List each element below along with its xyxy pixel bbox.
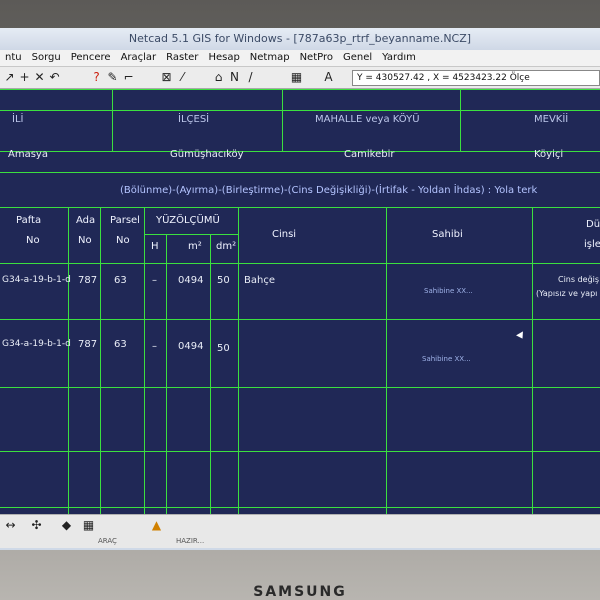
window-title-bar: Netcad 5.1 GIS for Windows - [787a63p_rt…: [0, 28, 600, 50]
select-box-icon[interactable]: ⊠: [160, 71, 173, 84]
menu-bar: ntu Sorgu Pencere Araçlar Raster Hesap Netmap N…: [0, 50, 600, 67]
header-h: H: [151, 241, 159, 252]
header-pafta-no: No: [26, 235, 40, 246]
row2-m2: 0494: [178, 341, 204, 352]
header-dm2: dm²: [216, 241, 237, 252]
row1-note2: (Yapısız ve yapı: [536, 289, 598, 298]
menu-item-araclar[interactable]: Araçlar: [116, 50, 162, 63]
row2-sahibi: Sahibine XX...: [422, 355, 471, 363]
slash-icon[interactable]: /: [244, 71, 257, 84]
value-ili: Amasya: [8, 149, 48, 160]
header-last: Dü: [586, 219, 600, 230]
label-mahalle: MAHALLE veya KÖYÜ: [315, 114, 420, 125]
menu-item-pencere[interactable]: Pencere: [66, 50, 116, 63]
plus-icon[interactable]: +: [18, 71, 31, 84]
toolbar: ↗ + ✕ ↶ ? ✎ ⌐ ⊠ ⁄ ⌂ N / ▦ A Y = 430527.4…: [0, 67, 600, 89]
row1-h: –: [152, 275, 157, 286]
panel-label-arac: ARAÇ: [98, 537, 117, 545]
row1-note1: Cins değiş: [558, 275, 600, 284]
menu-item-netpro[interactable]: NetPro: [295, 50, 338, 63]
row2-pafta: G34-a-19-b-1-d: [2, 339, 71, 349]
undo-icon[interactable]: ↶: [48, 71, 61, 84]
label-ilcesi: İLÇESİ: [178, 114, 210, 125]
label-ili: İLİ: [12, 114, 24, 125]
node-icon[interactable]: ◆: [60, 519, 73, 532]
row1-parsel: 63: [114, 275, 127, 286]
row1-cinsi: Bahçe: [244, 275, 275, 286]
pen-icon[interactable]: ✎: [106, 71, 119, 84]
menu-item-ntu[interactable]: ntu: [0, 50, 27, 63]
text-icon[interactable]: N: [228, 71, 241, 84]
window-title: Netcad 5.1 GIS for Windows - [787a63p_rt…: [128, 32, 472, 45]
header-ada-no: No: [78, 235, 92, 246]
arch-icon[interactable]: ⌂: [212, 71, 225, 84]
operation-line: (Bölünme)-(Ayırma)-(Birleştirme)-(Cins D…: [120, 185, 538, 196]
row1-dm2: 50: [217, 275, 230, 286]
help-icon[interactable]: ?: [90, 71, 103, 84]
warning-icon[interactable]: ▲: [150, 519, 163, 532]
header-sahibi: Sahibi: [432, 229, 463, 240]
row2-ada: 787: [78, 339, 98, 350]
move-icon[interactable]: ✣: [30, 519, 43, 532]
header-yuzolcumu: YÜZÖLÇÜMÜ: [156, 215, 220, 226]
header-parsel-no: No: [116, 235, 130, 246]
row1-pafta: G34-a-19-b-1-d: [2, 275, 71, 285]
header-pafta: Pafta: [16, 215, 42, 226]
grid-icon[interactable]: ▦: [290, 71, 303, 84]
panel-label-hazir: HAZIR...: [176, 537, 205, 545]
arrow-icon[interactable]: ↔: [4, 519, 17, 532]
font-icon[interactable]: A: [322, 71, 335, 84]
header-last2: işle: [584, 239, 600, 250]
cross-icon[interactable]: ✕: [33, 71, 46, 84]
menu-item-hesap[interactable]: Hesap: [203, 50, 244, 63]
row2-parsel: 63: [114, 339, 127, 350]
coordinate-readout: Y = 430527.42 , X = 4523423.22 Ölçe: [352, 70, 600, 86]
header-cinsi: Cinsi: [272, 229, 297, 240]
value-ilcesi: Gümüşhacıköy: [170, 149, 244, 160]
header-parsel: Parsel: [110, 215, 140, 226]
menu-item-yardim[interactable]: Yardım: [377, 50, 421, 63]
monitor-brand: SAMSUNG: [253, 584, 347, 600]
row1-m2: 0494: [178, 275, 204, 286]
value-mahalle: Camikebir: [344, 149, 395, 160]
menu-item-netmap[interactable]: Netmap: [245, 50, 295, 63]
label-mevkii: MEVKİİ: [534, 114, 569, 125]
application-window: Netcad 5.1 GIS for Windows - [787a63p_rt…: [0, 28, 600, 550]
pointer-icon[interactable]: ↗: [3, 71, 16, 84]
taskbar: ⇅ ◈: [0, 548, 600, 550]
menu-item-raster[interactable]: Raster: [161, 50, 203, 63]
row2-h: –: [152, 341, 157, 352]
row2-dm2: 50: [217, 343, 230, 354]
brush-icon[interactable]: ⌐: [122, 71, 135, 84]
line-icon[interactable]: ⁄: [176, 71, 189, 84]
menu-item-sorgu[interactable]: Sorgu: [27, 50, 66, 63]
header-m2: m²: [188, 241, 202, 252]
bottom-toolbar: ↔ ✣ ◆ ▦ ▲ ARAÇ HAZIR...: [0, 514, 600, 550]
menu-item-genel[interactable]: Genel: [338, 50, 377, 63]
table-icon[interactable]: ▦: [82, 519, 95, 532]
value-mevkii: Köyiçi: [534, 149, 564, 160]
row1-sahibi: Sahibine XX...: [424, 287, 473, 295]
row1-ada: 787: [78, 275, 98, 286]
parcel-table: İLİ İLÇESİ MAHALLE veya KÖYÜ MEVKİİ Amas…: [0, 89, 600, 514]
header-ada: Ada: [76, 215, 96, 226]
